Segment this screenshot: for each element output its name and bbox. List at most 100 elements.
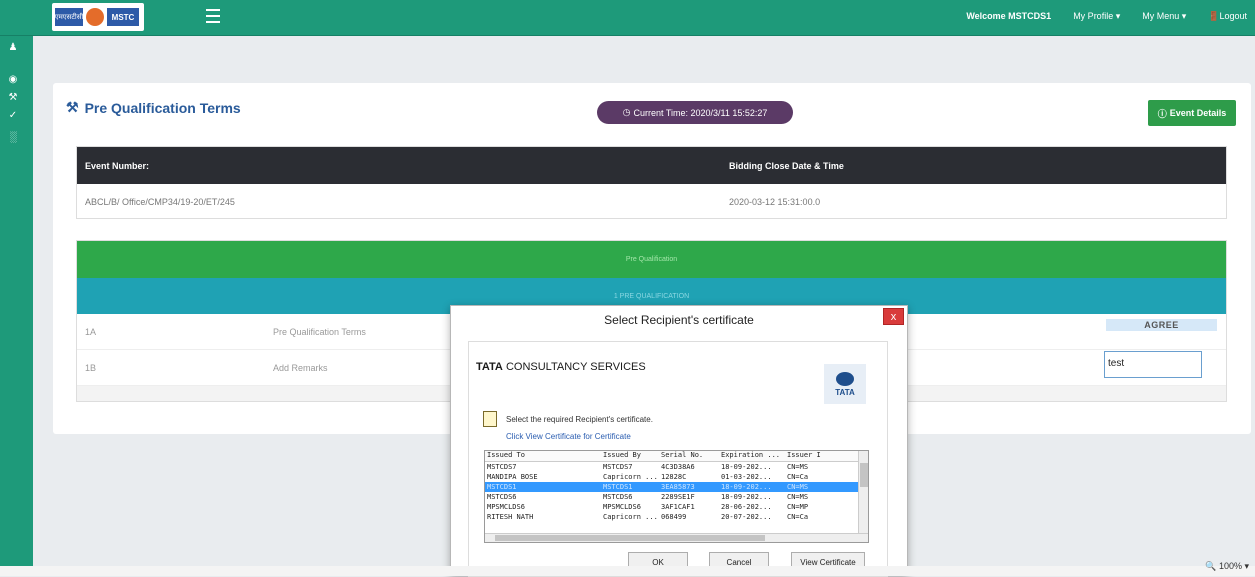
bidding-close-value: 2020-03-12 15:31:00.0 xyxy=(729,197,821,207)
col-event-number: Event Number: xyxy=(85,160,150,171)
row-number: 1A xyxy=(85,326,97,337)
cert-issuer: CN=Ca xyxy=(787,473,809,481)
cert-issued-by: MSTCDS6 xyxy=(603,493,633,501)
col-expiration[interactable]: Expiration ... xyxy=(721,451,787,461)
event-info-table: Event Number: Bidding Close Date & Time … xyxy=(76,146,1227,219)
tcs-brand-bold: TATA xyxy=(476,361,503,373)
cert-issued-to: MSTCDS1 xyxy=(487,483,517,491)
zoom-level[interactable]: 🔍 100% ▾ xyxy=(1205,561,1249,572)
zoom-level-value: 100% xyxy=(1218,561,1242,571)
current-time-text: Current Time: 2020/3/11 15:52:27 xyxy=(633,107,768,118)
cert-expiration: 20-07-202... xyxy=(721,513,772,521)
certificate-row[interactable]: MPSMCLDS6 MPSMCLDS6 3AF1CAF1 28-06-202..… xyxy=(485,502,868,512)
top-navbar: एमएसटीसी MSTC Welcome MSTCDS1 My Profile… xyxy=(0,0,1255,36)
cert-issued-to: MSTCDS7 xyxy=(487,463,517,471)
dialog-instructions: Select the required Recipient's certific… xyxy=(506,411,653,445)
scrollbar-thumb[interactable] xyxy=(495,535,765,541)
col-serial-no[interactable]: Serial No. xyxy=(661,451,721,461)
logo-hindi-text: एमएसटीसी xyxy=(55,8,83,26)
event-details-button[interactable]: ⓘ Event Details xyxy=(1148,100,1236,126)
certificate-row[interactable]: MANDIPA BOSE Capricorn ... 12828C 01-03-… xyxy=(485,472,868,482)
page-title-text: Pre Qualification Terms xyxy=(84,99,241,116)
scrollbar-thumb[interactable] xyxy=(860,463,868,487)
cert-issued-to: MSTCDS6 xyxy=(487,493,517,501)
cert-expiration: 18-09-202... xyxy=(721,483,772,491)
certificate-row-selected[interactable]: MSTCDS1 MSTCDS1 3EA85873 18-09-202... CN… xyxy=(485,482,868,492)
dialog-title: Select Recipient's certificate xyxy=(451,306,907,333)
my-menu-dropdown[interactable]: My Menu ▾ xyxy=(1142,11,1186,22)
my-profile-menu[interactable]: My Profile ▾ xyxy=(1073,11,1120,22)
cert-issuer: CN=MS xyxy=(787,483,809,491)
pre-qualification-header: Pre Qualification xyxy=(77,241,1226,278)
mstc-logo[interactable]: एमएसटीसी MSTC xyxy=(52,3,144,31)
logout-label: Logout xyxy=(1219,10,1247,21)
tata-logo: TATA xyxy=(824,364,866,404)
top-nav-links: Welcome MSTCDS1 My Profile ▾ My Menu ▾ 🚪… xyxy=(966,0,1247,32)
certificate-row[interactable]: MSTCDS7 MSTCDS7 4C3D38A6 18-09-202... CN… xyxy=(485,462,868,472)
check-list-icon[interactable]: ✓ xyxy=(7,110,19,122)
dialog-body: TATA CONSULTANCY SERVICES TATA Select th… xyxy=(468,341,888,577)
gavel-icon: ⚒ xyxy=(66,99,79,115)
user-icon[interactable]: ♟ xyxy=(7,42,19,54)
event-table-row: ABCL/B/ Office/CMP34/19-20/ET/245 2020-0… xyxy=(77,184,1226,220)
instruction-line-1: Select the required Recipient's certific… xyxy=(506,415,653,424)
cert-serial: 3EA85873 xyxy=(661,483,695,491)
instruction-line-2: Click View Certificate for Certificate xyxy=(506,432,631,441)
logo-emblem-icon xyxy=(86,8,104,26)
cert-issued-by: MPSMCLDS6 xyxy=(603,503,641,511)
col-bidding-close: Bidding Close Date & Time xyxy=(729,160,844,171)
tata-logo-text: TATA xyxy=(835,387,855,397)
cert-issued-to: RITESH NATH xyxy=(487,513,534,521)
cert-issuer: CN=Ca xyxy=(787,513,809,521)
browser-status-bar xyxy=(0,566,1255,576)
hamburger-menu-icon[interactable] xyxy=(206,9,220,23)
cert-expiration: 18-09-202... xyxy=(721,493,772,501)
cert-serial: 4C3D38A6 xyxy=(661,463,695,471)
horizontal-scrollbar[interactable] xyxy=(485,533,868,542)
row-number: 1B xyxy=(85,362,97,373)
tcs-brand-rest: CONSULTANCY SERVICES xyxy=(502,361,646,373)
certificate-list[interactable]: Issued To Issued By Serial No. Expiratio… xyxy=(484,450,869,543)
cert-issued-by: Capricorn ... xyxy=(603,473,658,481)
clock-icon: ◷ xyxy=(622,107,631,117)
tata-logo-icon xyxy=(836,371,854,386)
select-certificate-dialog: Select Recipient's certificate x TATA CO… xyxy=(450,305,908,577)
left-sidebar: ♟ ◉ ⚒ ✓ ░ xyxy=(0,36,33,566)
cert-issued-to: MPSMCLDS6 xyxy=(487,503,525,511)
gavel-icon[interactable]: ⚒ xyxy=(7,92,19,104)
cert-expiration: 18-09-202... xyxy=(721,463,772,471)
certificate-icon xyxy=(483,411,497,427)
certificate-row[interactable]: RITESH NATH Capricorn ... 068499 20-07-2… xyxy=(485,512,868,522)
close-icon[interactable]: x xyxy=(883,308,904,325)
info-icon: ⓘ xyxy=(1157,108,1167,119)
current-time-badge: ◷ Current Time: 2020/3/11 15:52:27 xyxy=(597,101,793,124)
cert-serial: 2289SE1F xyxy=(661,493,695,501)
cert-issued-by: MSTCDS7 xyxy=(603,463,633,471)
vertical-scrollbar[interactable] xyxy=(858,451,868,535)
cert-issued-to: MANDIPA BOSE xyxy=(487,473,538,481)
cert-issued-by: MSTCDS1 xyxy=(603,483,633,491)
certificate-list-header: Issued To Issued By Serial No. Expiratio… xyxy=(485,451,868,462)
event-details-label: Event Details xyxy=(1169,108,1227,118)
cert-expiration: 01-03-202... xyxy=(721,473,772,481)
cert-issuer: CN=MS xyxy=(787,493,809,501)
col-issuer[interactable]: Issuer I xyxy=(787,451,827,461)
certificate-row[interactable]: MSTCDS6 MSTCDS6 2289SE1F 18-09-202... CN… xyxy=(485,492,868,502)
tcs-brand: TATA CONSULTANCY SERVICES xyxy=(476,361,646,373)
dashboard-icon[interactable]: ◉ xyxy=(7,74,19,86)
cert-serial: 3AF1CAF1 xyxy=(661,503,695,511)
cert-issued-by: Capricorn ... xyxy=(603,513,658,521)
cert-expiration: 28-06-202... xyxy=(721,503,772,511)
chart-icon[interactable]: ░ xyxy=(7,132,19,144)
logout-link[interactable]: 🚪Logout xyxy=(1208,11,1247,22)
cert-issuer: CN=MP xyxy=(787,503,809,511)
cert-serial: 12828C xyxy=(661,473,687,481)
cert-issuer: CN=MS xyxy=(787,463,809,471)
agree-button[interactable]: AGREE xyxy=(1106,319,1217,331)
event-table-header: Event Number: Bidding Close Date & Time xyxy=(77,147,1226,184)
logo-mstc-text: MSTC xyxy=(107,8,139,26)
col-issued-by[interactable]: Issued By xyxy=(603,451,661,461)
event-number-value: ABCL/B/ Office/CMP34/19-20/ET/245 xyxy=(85,197,235,207)
remarks-input[interactable]: test xyxy=(1104,351,1202,378)
col-issued-to[interactable]: Issued To xyxy=(485,451,603,461)
